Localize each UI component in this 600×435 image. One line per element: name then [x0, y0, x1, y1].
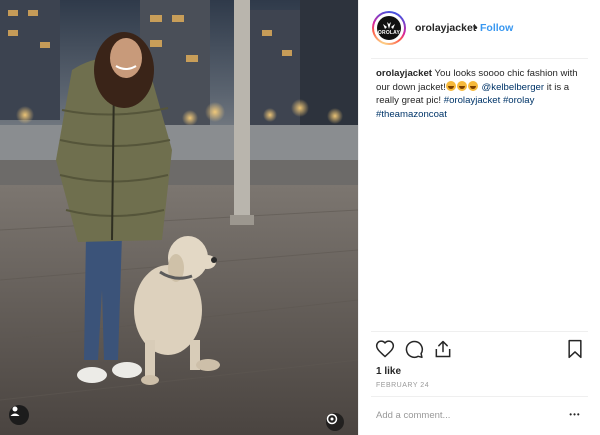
header-separator: • [474, 22, 478, 34]
post-actions [373, 337, 587, 361]
heart-eyes-emoji-icon [445, 80, 456, 91]
heart-eyes-emoji-icon [456, 80, 467, 91]
header-divider [371, 58, 588, 59]
comment-button[interactable] [402, 337, 426, 361]
photo-illustration [0, 0, 358, 435]
bookmark-icon [568, 339, 582, 359]
comment-divider [371, 396, 588, 397]
like-button[interactable] [373, 337, 397, 361]
comment-input[interactable] [376, 408, 546, 422]
post-header: OROLAY orolayjacket • Follow [359, 0, 600, 58]
caption-username[interactable]: orolayjacket [376, 68, 432, 79]
heart-eyes-emoji-icon [467, 80, 478, 91]
post-photo[interactable] [0, 0, 358, 435]
header-username[interactable]: orolayjacket [415, 22, 476, 34]
likes-count[interactable]: 1 like [376, 366, 401, 377]
heart-icon [375, 340, 395, 358]
watermark-glyph [326, 413, 338, 425]
hashtag-link[interactable]: #orolay [503, 95, 534, 106]
share-icon [435, 340, 451, 358]
brand-logo-text: OROLAY [377, 29, 401, 36]
post-side-panel: OROLAY orolayjacket • Follow orolayjacke… [358, 0, 600, 435]
save-button[interactable] [563, 337, 587, 361]
follow-button[interactable]: Follow [480, 22, 513, 34]
instagram-post: OROLAY orolayjacket • Follow orolayjacke… [0, 0, 600, 435]
avatar-ring-inner: OROLAY [374, 13, 404, 43]
person-glyph [10, 406, 20, 416]
caption-mention[interactable]: @kelbelberger [482, 82, 545, 93]
post-caption: orolayjacket You looks soooo chic fashio… [376, 67, 581, 121]
share-button[interactable] [431, 337, 455, 361]
tagged-user-icon[interactable] [9, 405, 29, 425]
more-options-button[interactable]: ••• [565, 407, 585, 421]
brand-logo: OROLAY [377, 16, 401, 40]
hashtag-link[interactable]: #orolayjacket [444, 95, 501, 106]
leaf-logo-icon [383, 21, 395, 29]
profile-avatar[interactable]: OROLAY [372, 11, 406, 45]
post-date[interactable]: FEBRUARY 24 [376, 382, 429, 389]
actions-divider [371, 331, 588, 332]
watermark-icon [326, 413, 344, 431]
comment-icon [405, 340, 424, 359]
ellipsis-icon: ••• [569, 409, 581, 419]
hashtag-link[interactable]: #theamazoncoat [376, 109, 447, 120]
